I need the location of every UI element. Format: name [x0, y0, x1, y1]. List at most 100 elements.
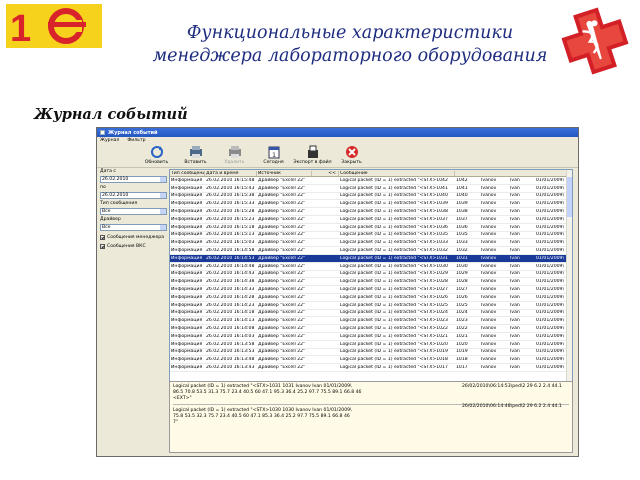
table-row[interactable]: Информация 26.02.2010 16:14:48 Драйвер "Ex… — [170, 263, 572, 271]
cell-date: 01/01/2009\ — [536, 177, 565, 183]
cell-surname: Ivanov — [481, 248, 497, 254]
cell-surname: Ivanov — [481, 263, 497, 269]
column-header-source[interactable]: Источник — [257, 170, 312, 176]
cell-name: Ivan — [510, 255, 520, 261]
cell-message: Logical packet (ID = 1) extracted "<STX>… — [340, 201, 448, 207]
driver-select[interactable]: Все — [100, 224, 167, 231]
refresh-label: Обновить — [144, 160, 169, 165]
cell-date: 01/01/2009\ — [536, 193, 565, 199]
manager-messages-checkbox[interactable]: Сообщения менеджера — [100, 235, 164, 240]
cell-number: 1022 — [456, 326, 468, 332]
insert-button[interactable]: Вставить — [176, 144, 215, 165]
cell-surname: Ivanov — [481, 310, 497, 316]
today-button[interactable]: 1 Сегодня — [254, 144, 293, 165]
cell-source: Драйвер "Excell 22" — [258, 255, 306, 261]
date-to-field[interactable]: 26.02.2010 — [100, 192, 167, 199]
table-row[interactable]: Информация 26.02.2010 16:15:23 Драйвер "Ex… — [170, 216, 572, 224]
cell-message: Logical packet (ID = 1) extracted "<STX>… — [340, 177, 448, 183]
close-button[interactable]: Закрыть — [332, 144, 371, 165]
cell-datetime: 26.02.2010 16:13:43 — [206, 365, 255, 371]
cell-number: 1020 — [456, 341, 468, 347]
cell-date: 01/01/2009\ — [536, 201, 565, 207]
cell-number: 1025 — [456, 302, 468, 308]
message-type-select[interactable]: Все — [100, 208, 167, 215]
cell-datetime: 26.02.2010 16:15:38 — [206, 193, 255, 199]
table-row[interactable]: Информация 26.02.2010 16:15:33 Драйвер "Ex… — [170, 200, 572, 209]
table-row[interactable]: Информация 26.02.2010 16:15:03 Драйвер "Ex… — [170, 239, 572, 248]
menu-journal[interactable]: Журнал — [100, 138, 119, 143]
table-row[interactable]: Информация 26.02.2010 16:13:53 Драйвер "Ex… — [170, 349, 572, 357]
cell-datetime: 26.02.2010 16:15:28 — [206, 209, 255, 215]
cell-datetime: 26.02.2010 16:14:13 — [206, 318, 255, 324]
cell-name: Ivan — [510, 193, 520, 199]
table-row[interactable]: Информация 26.02.2010 16:14:43 Драйвер "Ex… — [170, 271, 572, 279]
vc-messages-checkbox[interactable]: Сообщения ВКС — [100, 244, 146, 249]
delete-button[interactable]: Удалить — [215, 144, 254, 165]
cell-datetime: 26.02.2010 16:14:43 — [206, 271, 255, 277]
cell-number: 1035 — [456, 232, 468, 238]
cell-type: Информация — [171, 201, 203, 207]
cell-surname: Ivanov — [481, 255, 497, 261]
cell-source: Драйвер "Excell 22" — [258, 201, 306, 207]
table-body: Информация 26.02.2010 16:15:48 Драйвер "Ex… — [170, 177, 572, 372]
cell-date: 01/01/2009\ — [536, 240, 565, 246]
date-from-value: 26.02.2010 — [102, 177, 129, 182]
cell-source: Драйвер "Excell 22" — [258, 318, 306, 324]
column-header-type[interactable]: Тип сообщения — [170, 170, 205, 176]
refresh-button[interactable]: Обновить — [137, 144, 176, 165]
table-row[interactable]: Информация 26.02.2010 16:14:18 Драйвер "Ex… — [170, 310, 572, 318]
cell-message: Logical packet (ID = 1) extracted "<STX>… — [340, 349, 448, 355]
table-row[interactable]: Информация 26.02.2010 16:15:43 Драйвер "Ex… — [170, 185, 572, 193]
cell-name: Ivan — [510, 302, 520, 308]
table-row[interactable]: Информация 26.02.2010 16:14:38 Драйвер "Ex… — [170, 278, 572, 287]
1c-logo: 1 — [6, 4, 102, 48]
cell-number: 1031 — [456, 255, 468, 261]
cell-number: 1042 — [456, 177, 468, 183]
date-from-field[interactable]: 26.02.2010 — [100, 176, 167, 183]
table-row[interactable]: Информация 26.02.2010 16:14:23 Драйвер "Ex… — [170, 302, 572, 310]
cell-message: Logical packet (ID = 1) extracted "<STX>… — [340, 357, 448, 363]
cell-surname: Ivanov — [481, 365, 497, 371]
table-row[interactable]: Информация 26.02.2010 16:14:28 Драйвер "Ex… — [170, 294, 572, 302]
table-row[interactable]: Информация 26.02.2010 16:15:28 Драйвер "Ex… — [170, 208, 572, 216]
menu-filter[interactable]: Фильтр — [127, 138, 145, 143]
table-row[interactable]: Информация 26.02.2010 16:14:53 Драйвер "Ex… — [170, 254, 572, 263]
table-row[interactable]: Информация 26.02.2010 16:13:43 Драйвер "Ex… — [170, 364, 572, 372]
table-row[interactable]: Информация 26.02.2010 16:13:48 Драйвер "Ex… — [170, 356, 572, 365]
export-button[interactable]: Экспорт в файл — [293, 144, 332, 165]
table-row[interactable]: Информация 26.02.2010 16:15:18 Драйвер "Ex… — [170, 224, 572, 232]
column-header-datetime[interactable]: Дата и время — [205, 170, 257, 176]
table-row[interactable]: Информация 26.02.2010 16:14:58 Драйвер "Ex… — [170, 247, 572, 255]
cell-name: Ivan — [510, 232, 520, 238]
cell-number: 1033 — [456, 240, 468, 246]
cell-date: 01/01/2009\ — [536, 209, 565, 215]
cell-datetime: 26.02.2010 16:14:08 — [206, 326, 255, 332]
cell-message: Logical packet (ID = 1) extracted "<STX>… — [340, 302, 448, 308]
table-row[interactable]: Информация 26.02.2010 16:14:08 Драйвер "Ex… — [170, 325, 572, 333]
window-titlebar[interactable]: Журнал событий — [97, 128, 578, 137]
cell-datetime: 26.02.2010 16:14:33 — [206, 287, 255, 293]
table-row[interactable]: Информация 26.02.2010 16:15:48 Драйвер "Ex… — [170, 177, 572, 185]
cell-surname: Ivanov — [481, 357, 497, 363]
cell-source: Драйвер "Excell 22" — [258, 357, 306, 363]
cell-source: Драйвер "Excell 22" — [258, 294, 306, 300]
table-row[interactable]: Информация 26.02.2010 16:14:13 Драйвер "Ex… — [170, 317, 572, 326]
table-row[interactable]: Информация 26.02.2010 16:14:33 Драйвер "Ex… — [170, 286, 572, 294]
cell-surname: Ivanov — [481, 185, 497, 191]
table-row[interactable]: Информация 26.02.2010 16:14:03 Драйвер "Ex… — [170, 333, 572, 341]
cell-message: Logical packet (ID = 1) extracted "<STX>… — [340, 318, 448, 324]
cell-message: Logical packet (ID = 1) extracted "<STX>… — [340, 271, 448, 277]
column-header-collapse[interactable]: << — [312, 170, 339, 176]
cell-type: Информация — [171, 271, 203, 277]
cell-type: Информация — [171, 310, 203, 316]
svg-text:1: 1 — [10, 8, 31, 48]
cell-name: Ivan — [510, 240, 520, 246]
cell-name: Ivan — [510, 287, 520, 293]
table-row[interactable]: Информация 26.02.2010 16:13:58 Драйвер "Ex… — [170, 341, 572, 349]
table-row[interactable]: Информация 26.02.2010 16:15:13 Драйвер "Ex… — [170, 232, 572, 240]
table-row[interactable]: Информация 26.02.2010 16:15:38 Драйвер "Ex… — [170, 193, 572, 201]
scrollbar-thumb[interactable] — [567, 177, 572, 217]
column-header-message[interactable]: Сообщение — [339, 170, 455, 176]
dropdown-icon — [160, 193, 166, 198]
dropdown-icon — [160, 177, 166, 182]
